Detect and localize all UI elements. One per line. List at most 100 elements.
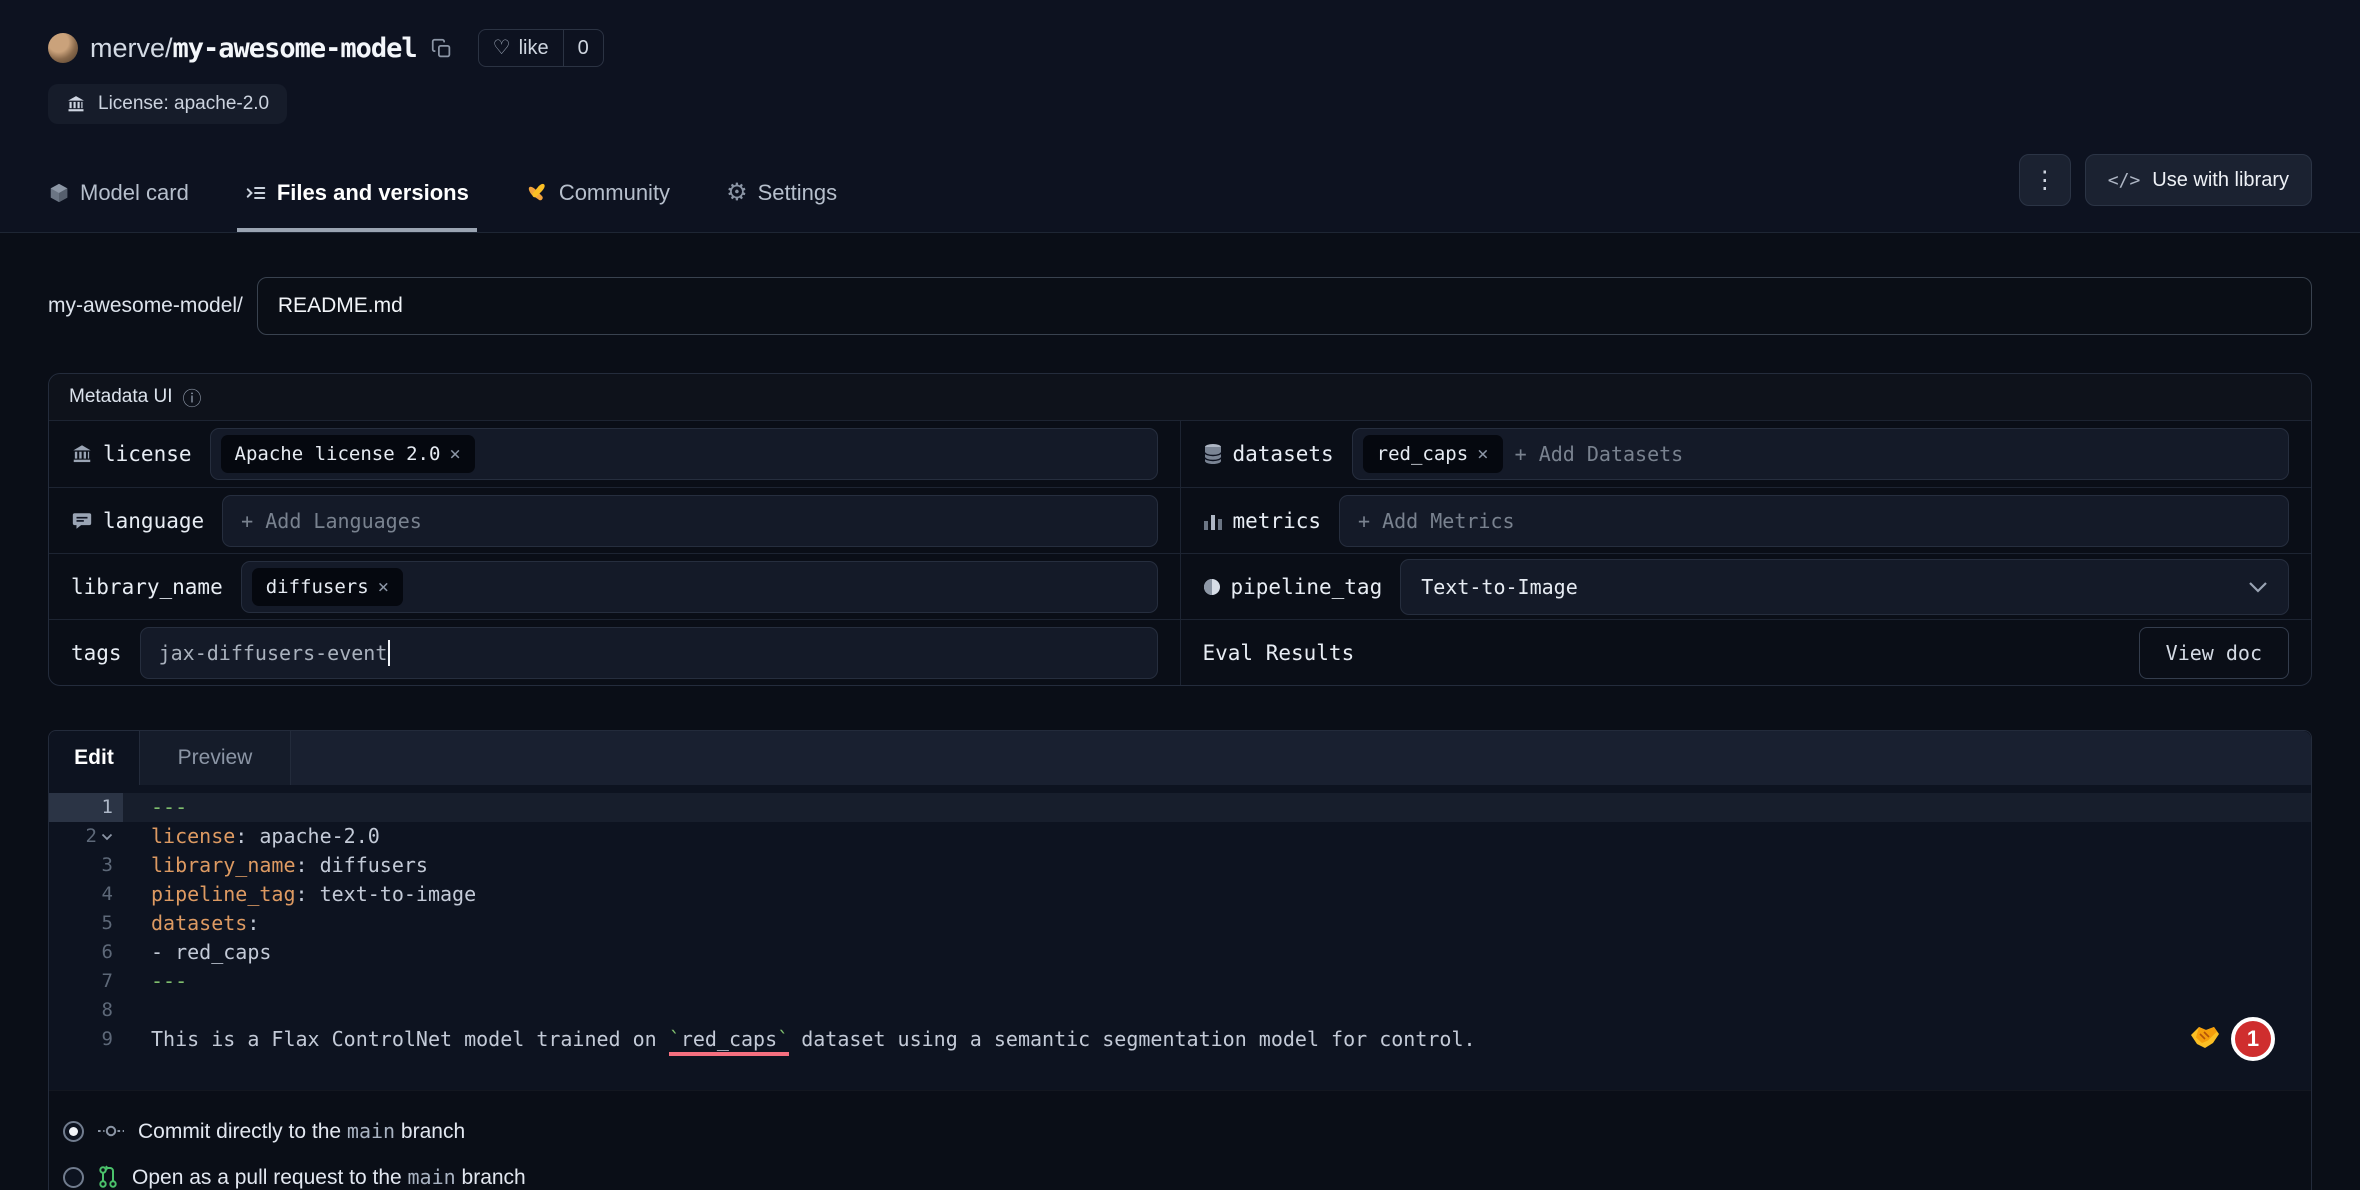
tags-label: tags: [71, 641, 122, 665]
line-number: 7: [49, 967, 123, 996]
tab-label: Settings: [758, 180, 838, 206]
like-widget: ♡ like 0: [478, 29, 604, 67]
license-row: license Apache license 2.0×: [49, 421, 1180, 487]
pipeline-tag-row: pipeline_tag Text-to-Image: [1181, 553, 2312, 619]
code-line-text: ---: [123, 793, 187, 822]
license-label: license: [71, 442, 192, 466]
tab-bar: Model card Files and versions Community …: [48, 154, 2312, 232]
use-with-library-button[interactable]: </> Use with library: [2085, 154, 2312, 206]
code-line-text: license: apache-2.0: [123, 822, 380, 851]
language-label: language: [71, 509, 204, 533]
info-icon[interactable]: ⓘ: [183, 384, 202, 411]
tab-model-card[interactable]: Model card: [48, 154, 189, 232]
editor-overlay: 1: [2187, 1017, 2275, 1061]
commit-direct-option[interactable]: Commit directly to the main branch: [63, 1111, 2311, 1151]
add-languages-placeholder: + Add Languages: [233, 509, 422, 533]
license-badge[interactable]: License: apache-2.0: [48, 84, 287, 124]
tab-label: Files and versions: [277, 180, 469, 206]
text-cursor: [388, 640, 390, 666]
code-line[interactable]: 9This is a Flax ControlNet model trained…: [49, 1025, 2311, 1054]
code-line[interactable]: 6- red_caps: [49, 938, 2311, 967]
code-line[interactable]: 3library_name: diffusers: [49, 851, 2311, 880]
code-editor[interactable]: 1---2license: apache-2.03library_name: d…: [49, 785, 2311, 1090]
code-line[interactable]: 1---: [49, 793, 2311, 822]
bar-chart-icon: [1203, 511, 1223, 531]
line-number: 5: [49, 909, 123, 938]
library-name-label: library_name: [71, 575, 223, 599]
like-label: like: [519, 37, 549, 60]
view-doc-button[interactable]: View doc: [2139, 627, 2289, 679]
repo-path-label: my-awesome-model/: [48, 294, 243, 318]
issue-count-badge[interactable]: 1: [2231, 1017, 2275, 1061]
repo-name[interactable]: my-awesome-model: [173, 33, 417, 64]
bank-icon: [71, 443, 93, 465]
tags-field[interactable]: jax-diffusers-event: [140, 627, 1158, 679]
datasets-field[interactable]: red_caps× + Add Datasets: [1352, 428, 2289, 480]
language-field[interactable]: + Add Languages: [222, 495, 1157, 547]
tab-edit[interactable]: Edit: [49, 731, 139, 785]
hands-icon: [525, 181, 549, 205]
add-datasets-placeholder: + Add Datasets: [1515, 442, 1684, 466]
like-button[interactable]: ♡ like: [479, 30, 563, 66]
remove-tag-icon[interactable]: ×: [1477, 443, 1488, 465]
breadcrumb: merve/my-awesome-model: [90, 33, 417, 64]
remove-tag-icon[interactable]: ×: [449, 443, 460, 465]
heart-icon: ♡: [493, 38, 511, 58]
code-line-text: library_name: diffusers: [123, 851, 428, 880]
datasets-tag: red_caps×: [1363, 435, 1503, 473]
code-line[interactable]: 7---: [49, 967, 2311, 996]
more-options-button[interactable]: ⋮: [2019, 154, 2071, 206]
metadata-ui-header: Metadata UI ⓘ: [49, 374, 2311, 421]
line-number: 1: [49, 793, 123, 822]
tab-community[interactable]: Community: [525, 154, 670, 232]
commit-pr-option[interactable]: Open as a pull request to the main branc…: [63, 1157, 2311, 1190]
database-icon: [1203, 443, 1223, 465]
handshake-icon: [2187, 1022, 2223, 1057]
code-line-text: datasets:: [123, 909, 259, 938]
code-line-text: pipeline_tag: text-to-image: [123, 880, 476, 909]
filename-input[interactable]: [257, 277, 2312, 335]
pull-request-icon: [98, 1165, 118, 1189]
gear-icon: ⚙: [726, 181, 748, 205]
metrics-field[interactable]: + Add Metrics: [1339, 495, 2289, 547]
owner-link[interactable]: merve: [90, 33, 165, 64]
metrics-row: metrics + Add Metrics: [1181, 487, 2312, 553]
like-count[interactable]: 0: [563, 30, 603, 66]
tab-settings[interactable]: ⚙ Settings: [726, 154, 837, 232]
code-line[interactable]: 2license: apache-2.0: [49, 822, 2311, 851]
library-name-field[interactable]: diffusers×: [241, 561, 1158, 613]
add-metrics-placeholder: + Add Metrics: [1350, 509, 1515, 533]
radio-selected[interactable]: [63, 1121, 84, 1142]
use-with-library-label: Use with library: [2152, 169, 2289, 192]
remove-tag-icon[interactable]: ×: [378, 576, 389, 598]
code-line-text: ---: [123, 967, 187, 996]
copy-icon[interactable]: [431, 38, 452, 59]
tab-files-and-versions[interactable]: Files and versions: [245, 154, 469, 232]
code-line[interactable]: 8: [49, 996, 2311, 1025]
git-commit-icon: [98, 1124, 124, 1138]
line-number: 2: [49, 822, 123, 851]
license-tag: Apache license 2.0×: [221, 435, 475, 473]
branch-name: main: [408, 1165, 456, 1189]
library-name-row: library_name diffusers×: [49, 553, 1180, 619]
tags-input-value: jax-diffusers-event: [151, 640, 391, 666]
fold-chevron-icon[interactable]: [101, 833, 113, 841]
license-field[interactable]: Apache license 2.0×: [210, 428, 1158, 480]
tab-preview[interactable]: Preview: [139, 731, 291, 785]
code-line[interactable]: 5datasets:: [49, 909, 2311, 938]
pipeline-tag-select[interactable]: Text-to-Image: [1400, 559, 2289, 615]
avatar[interactable]: [48, 33, 78, 63]
metadata-ui-title: Metadata UI: [69, 386, 173, 408]
metrics-label: metrics: [1203, 509, 1322, 533]
radio-unselected[interactable]: [63, 1167, 84, 1188]
language-row: language + Add Languages: [49, 487, 1180, 553]
pipeline-tag-label: pipeline_tag: [1203, 575, 1383, 599]
code-line[interactable]: 4pipeline_tag: text-to-image: [49, 880, 2311, 909]
line-number: 8: [49, 996, 123, 1025]
dot-icon: [1203, 578, 1221, 596]
bank-icon: [66, 94, 86, 114]
line-number: 9: [49, 1025, 123, 1054]
commit-direct-label: Commit directly to the main branch: [138, 1119, 465, 1144]
speech-bubble-icon: [71, 510, 93, 532]
code-icon: </>: [2108, 170, 2141, 191]
